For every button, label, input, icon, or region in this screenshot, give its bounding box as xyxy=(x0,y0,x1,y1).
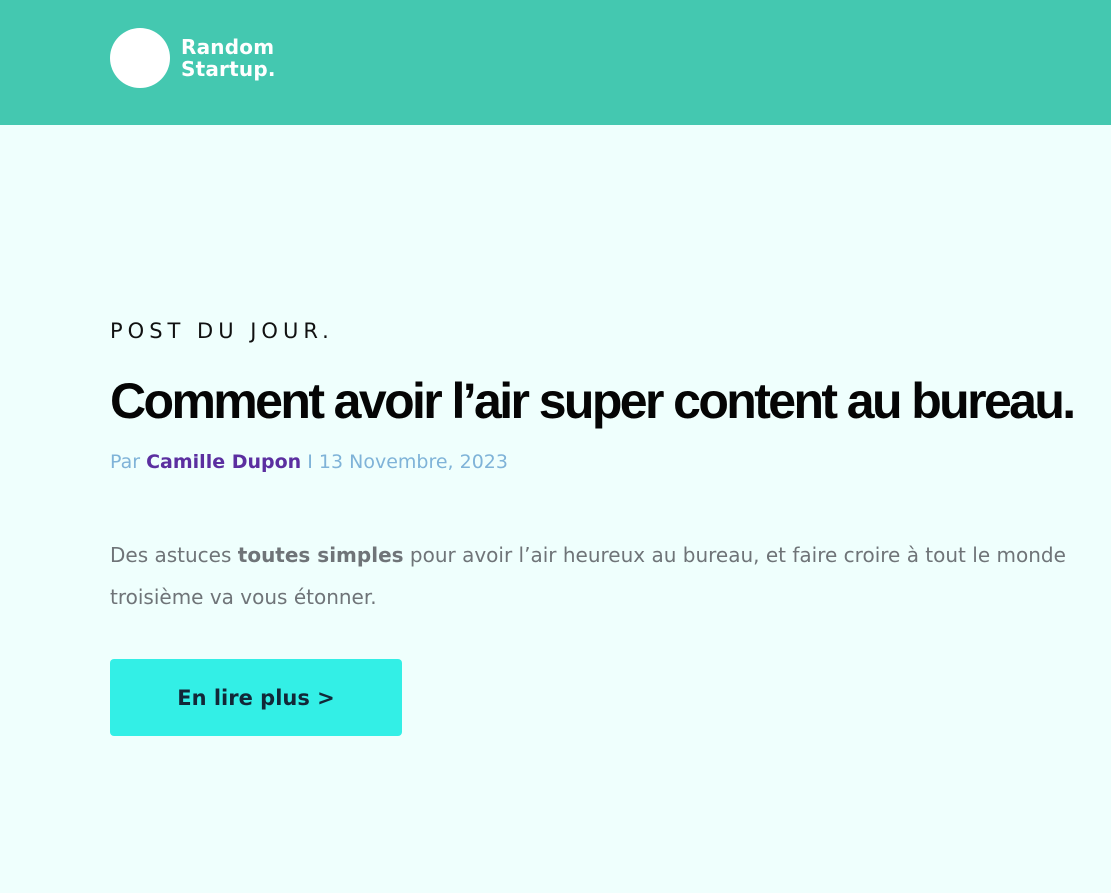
post-excerpt: Des astuces toutes simples pour avoir l’… xyxy=(110,534,1111,618)
meta-prefix: Par xyxy=(110,451,141,473)
logo-circle-icon xyxy=(110,28,170,88)
post-title: Comment avoir l’air super content au bur… xyxy=(110,373,1076,429)
excerpt-text-start: Des astuces xyxy=(110,543,238,567)
excerpt-line-1: Des astuces toutes simples pour avoir l’… xyxy=(110,534,1111,576)
post-kicker: POST DU JOUR. xyxy=(110,319,334,343)
site-logo[interactable]: Random Startup. xyxy=(110,28,276,88)
post-date: 13 Novembre, 2023 xyxy=(318,451,508,473)
logo-line-1: Random xyxy=(181,35,275,59)
read-more-button[interactable]: En lire plus > xyxy=(110,659,402,736)
excerpt-bold: toutes simples xyxy=(237,543,404,567)
post-meta: Par Camille Dupon I 13 Novembre, 2023 xyxy=(110,448,1111,476)
author-link[interactable]: Camille Dupon xyxy=(146,451,301,473)
site-header: Random Startup. xyxy=(0,0,1111,125)
meta-separator: I xyxy=(307,451,313,473)
excerpt-text-end: pour avoir l’air heureux au bureau, et f… xyxy=(403,543,1066,567)
logo-text: Random Startup. xyxy=(181,36,276,80)
featured-post: POST DU JOUR. Comment avoir l’air super … xyxy=(110,318,1111,618)
logo-line-2: Startup. xyxy=(181,57,276,81)
excerpt-line-2: troisième va vous étonner. xyxy=(110,585,377,609)
